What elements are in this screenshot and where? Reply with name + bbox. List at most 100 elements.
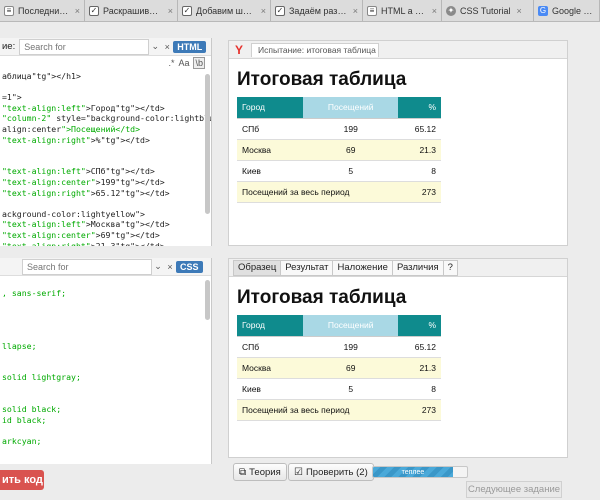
search-options: .* Aa \b [0,56,211,70]
progress-bar: теплее [372,466,468,478]
yandex-icon: Y [234,42,243,57]
cell-percent: 65.12 [398,336,441,358]
css-code-area[interactable]: , sans-serif; llapse; solid lightgray; soli… [0,276,211,447]
case-toggle[interactable]: Aa [178,58,189,68]
code-line: =1"> [2,92,22,103]
check-button[interactable]: ☑ Проверить (2) [288,463,374,481]
tab-differences[interactable]: Различия [392,259,444,276]
html-search-input[interactable] [24,41,145,52]
code-line: "text-align:center">199"tg"></td> [2,176,165,187]
browser-tab[interactable]: ✓ Раскрашиваем строки — × [85,0,178,21]
table-header-row: Город Посещений % [237,97,441,119]
result-table: Город Посещений % СПб 199 65.12 Москва 6… [237,97,441,203]
code-line: id black; [2,414,47,425]
browser-tab[interactable]: ✓ Добавим шапки — Знаком × [178,0,271,21]
cell-percent: 21.3 [398,357,441,379]
html-editor[interactable]: ие: ⌄ × HTML .* Aa \b аблица"tg"></h1> =1… [0,38,212,246]
browser-tab[interactable]: G Google Translate [534,0,600,21]
chevron-down-icon[interactable]: ⌄ [152,260,164,274]
check-label: Проверить (2) [305,466,368,478]
code-line: align:center">Посещений</td> [2,123,141,134]
tab-label: Google Translate [552,6,595,16]
cell-total-label: Посещений за весь период [237,399,399,421]
code-line: "text-align:left">Город"tg"></td> [2,102,165,113]
cell-city: Москва [237,139,304,161]
header-percent: % [398,97,441,119]
tab-help[interactable]: ? [443,259,458,276]
close-tab-icon[interactable]: × [261,6,266,16]
table-total-row: Посещений за весь период 273 [237,399,441,421]
cell-total-label: Посещений за весь период [237,181,399,203]
browser-tab[interactable]: ✦ CSS Tutorial × [442,0,534,21]
tab-label: Задаём размеры таблиц [289,6,347,16]
close-icon[interactable]: × [164,260,176,274]
tab-sample[interactable]: Образец [233,259,282,276]
sample-heading: Итоговая таблица [237,287,407,308]
browser-tab[interactable]: ≡ Последние $5. Знакомств × [0,0,85,21]
css-search-input[interactable] [27,261,147,272]
table-row: СПб 199 65.12 [237,336,441,358]
cell-city: Киев [237,160,304,182]
close-tab-icon[interactable]: × [432,6,437,16]
cell-percent: 21.3 [398,139,441,161]
code-line: "text-align:right">65.12"tg"></td> [2,187,170,198]
theory-button[interactable]: ⧉ Теория [233,463,287,481]
close-tab-icon[interactable]: × [517,6,522,16]
close-tab-icon[interactable]: × [168,6,173,16]
cell-visits: 5 [303,160,399,182]
progress-label: теплее [401,468,425,476]
browser-tab[interactable]: ✓ Задаём размеры таблиц × [271,0,363,21]
gear-icon: ✦ [446,6,456,16]
tab-label: Последние $5. Знакомств [18,6,69,16]
cell-visits: 69 [303,357,399,379]
table-row: СПб 199 65.12 [237,118,441,140]
code-line: "text-align:center">69"tg"></td> [2,229,160,240]
html-code-area[interactable]: аблица"tg"></h1> =1"> "text-align:left">Го… [0,70,211,246]
code-line: ackground-color:lightyellow"> [2,208,145,219]
tab-result[interactable]: Результат [281,259,334,276]
tab-label: Раскрашиваем строки — [103,6,162,16]
css-search-box[interactable] [22,258,152,275]
browser-tab[interactable]: ≡ HTML a Tag × [363,0,442,21]
header-percent: % [398,315,441,337]
cell-city: Москва [237,357,304,379]
html-editor-toolbar: ие: ⌄ × HTML [0,38,211,56]
header-city: Город [237,315,304,337]
sample-table: Город Посещений % СПб 199 65.12 Москва 6… [237,315,441,421]
chevron-down-icon[interactable]: ⌄ [149,40,161,54]
code-line: "text-align:right">%"tg"></td> [2,134,150,145]
run-code-button[interactable]: ить код [0,470,44,490]
tab-overlay[interactable]: Наложение [333,259,393,276]
html-editor-scrollbar[interactable] [205,74,210,214]
code-line: "column-2" style="background-color:light… [2,113,212,124]
close-tab-icon[interactable]: × [353,6,358,16]
code-line: "text-align:left">СПб"tg"></td> [2,166,155,177]
progress-fill: теплее [373,467,453,477]
checkbox-icon: ✓ [275,6,285,16]
code-line: , sans-serif; [2,287,67,298]
regex-toggle[interactable]: .* [168,58,174,68]
css-editor-toolbar: ⌄ × CSS [0,258,211,276]
html-search-box[interactable] [19,38,150,55]
whole-word-toggle[interactable]: \b [193,57,205,69]
compare-tab-row: Образец Результат Наложение Различия ? [229,259,567,277]
css-editor-scrollbar[interactable] [205,280,210,320]
css-editor[interactable]: ⌄ × CSS , sans-serif; llapse; solid lightg… [0,258,212,464]
cell-total-value: 273 [398,399,441,421]
preview-tab-row: Y Испытание: итоговая таблица — I [229,41,567,59]
close-icon[interactable]: × [161,40,173,54]
close-tab-icon[interactable]: × [75,6,80,16]
header-visits: Посещений [303,97,399,119]
preview-page-tab[interactable]: Испытание: итоговая таблица — I [251,42,379,57]
google-translate-icon: G [538,6,548,16]
next-task-button[interactable]: Следующее задание [466,481,562,498]
